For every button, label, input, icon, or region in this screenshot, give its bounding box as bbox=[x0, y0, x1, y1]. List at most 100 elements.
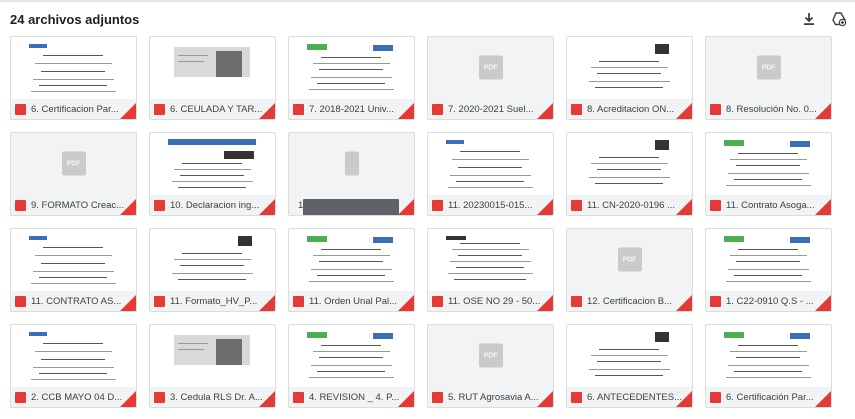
attachment-card[interactable]: 11. 20230015-015... bbox=[427, 132, 554, 216]
attachment-filename: 2. CCB MAYO 04 D... bbox=[31, 391, 123, 403]
attachment-footer: 6. Certificacion Par... bbox=[11, 99, 136, 119]
attachment-card[interactable]: 6. ANTECEDENTES... bbox=[566, 324, 693, 408]
header-actions bbox=[800, 10, 848, 28]
attachment-card[interactable]: 10. Declaracion ing... bbox=[149, 132, 276, 216]
attachment-filename: 8. Acreditacion ON... bbox=[587, 103, 675, 115]
pdf-file-icon bbox=[293, 295, 304, 307]
attachment-footer: 7. 2018-2021 Univ... bbox=[289, 99, 414, 119]
attachment-card[interactable]: 6. Certificación Par... bbox=[705, 324, 832, 408]
attachment-thumbnail bbox=[289, 229, 414, 291]
add-to-drive-button[interactable] bbox=[830, 10, 848, 28]
attachment-filename: 11. Orden Unal Pal... bbox=[309, 295, 398, 307]
attachment-footer: 8. Acreditacion ON... bbox=[567, 99, 692, 119]
document-preview bbox=[581, 329, 677, 387]
attachment-filename: 11. CN-2020-0196 ... bbox=[587, 199, 676, 211]
attachment-card[interactable]: 8. Acreditacion ON... bbox=[566, 36, 693, 120]
top-divider bbox=[0, 0, 855, 2]
attachment-card[interactable]: 11. CN-2020-0196 ... bbox=[566, 132, 693, 216]
file-type-corner-icon bbox=[676, 295, 692, 311]
attachment-card[interactable]: 11. Contrato Asoga... bbox=[705, 132, 832, 216]
attachment-thumbnail bbox=[11, 325, 136, 387]
attachment-card[interactable]: PDF 12. Certificacion B... bbox=[566, 228, 693, 312]
pdf-file-icon bbox=[710, 295, 721, 307]
attachment-filename: 12. Certificacion B... bbox=[587, 295, 673, 307]
pdf-file-icon bbox=[710, 103, 721, 115]
attachment-card[interactable]: 3. Cedula RLS Dr. A... bbox=[149, 324, 276, 408]
attachment-thumbnail bbox=[706, 325, 831, 387]
document-preview bbox=[25, 233, 121, 291]
pdf-file-icon bbox=[710, 199, 721, 211]
pdf-file-icon bbox=[432, 295, 443, 307]
attachment-card[interactable]: 11. Orden Unal Pal... bbox=[288, 228, 415, 312]
document-preview bbox=[442, 233, 538, 291]
attachment-card[interactable]: 2. CCB MAYO 04 D... bbox=[10, 324, 137, 408]
pdf-placeholder-icon: PDF bbox=[617, 247, 642, 272]
add-to-drive-icon bbox=[832, 12, 847, 27]
document-preview bbox=[442, 137, 538, 195]
file-type-corner-icon bbox=[398, 103, 414, 119]
pdf-file-icon bbox=[154, 199, 165, 211]
attachment-filename: 3. Cedula RLS Dr. A... bbox=[170, 391, 263, 403]
pdf-placeholder-label: PDF bbox=[483, 352, 498, 360]
pdf-file-icon bbox=[571, 199, 582, 211]
attachment-footer: 3. Cedula RLS Dr. A... bbox=[150, 387, 275, 407]
file-type-corner-icon bbox=[120, 103, 136, 119]
attachment-card[interactable]: PDF 7. 2020-2021 Suel... bbox=[427, 36, 554, 120]
pdf-file-icon bbox=[432, 391, 443, 403]
attachment-card[interactable]: 1. C22-0910 Q.S - ... bbox=[705, 228, 832, 312]
pdf-placeholder-icon: PDF bbox=[478, 343, 503, 368]
attachment-footer: 9. FORMATO Creac... bbox=[11, 195, 136, 215]
attachment-footer: 11. 20230015-015... bbox=[428, 195, 553, 215]
document-preview bbox=[164, 41, 260, 99]
download-all-button[interactable] bbox=[800, 10, 818, 28]
attachment-footer: 1. C22-0910 Q.S - ... bbox=[706, 291, 831, 311]
attachment-filename: 4. REVISION _ 4. P... bbox=[309, 391, 400, 403]
attachment-card[interactable]: 10. Reporte Ley 20... bbox=[288, 132, 415, 216]
file-type-corner-icon bbox=[259, 199, 275, 215]
attachment-card[interactable]: 7. 2018-2021 Univ... bbox=[288, 36, 415, 120]
pdf-placeholder-label: PDF bbox=[622, 256, 637, 264]
attachment-thumbnail bbox=[11, 229, 136, 291]
document-preview bbox=[25, 329, 121, 387]
document-preview bbox=[303, 41, 399, 99]
pdf-placeholder-icon: PDF bbox=[756, 55, 781, 80]
attachment-card[interactable]: 11. Formato_HV_P... bbox=[149, 228, 276, 312]
pdf-file-icon bbox=[432, 199, 443, 211]
attachment-footer: 11. CONTRATO AS... bbox=[11, 291, 136, 311]
attachment-filename: 7. 2020-2021 Suel... bbox=[448, 103, 534, 115]
pdf-file-icon bbox=[432, 103, 443, 115]
attachment-card[interactable]: PDF 8. Resolución No. 0... bbox=[705, 36, 832, 120]
attachment-filename: 11. Formato_HV_P... bbox=[170, 295, 258, 307]
pdf-file-icon bbox=[15, 391, 26, 403]
pdf-placeholder-label: PDF bbox=[483, 64, 498, 72]
attachment-filename: 6. Certificación Par... bbox=[726, 391, 814, 403]
document-preview bbox=[164, 137, 260, 195]
attachment-footer: 11. OSE NO 29 - 50... bbox=[428, 291, 553, 311]
document-preview bbox=[720, 233, 816, 291]
attachment-card[interactable]: 11. OSE NO 29 - 50... bbox=[427, 228, 554, 312]
file-type-corner-icon bbox=[537, 391, 553, 407]
document-preview bbox=[581, 137, 677, 195]
attachment-filename: 5. RUT Agrosavia A... bbox=[448, 391, 539, 403]
attachment-footer: 2. CCB MAYO 04 D... bbox=[11, 387, 136, 407]
attachment-filename: 11. Contrato Asoga... bbox=[726, 199, 815, 211]
attachment-card[interactable]: 11. CONTRATO AS... bbox=[10, 228, 137, 312]
attachment-thumbnail bbox=[289, 325, 414, 387]
attachment-card[interactable]: 4. REVISION _ 4. P... bbox=[288, 324, 415, 408]
attachment-card[interactable]: PDF 9. FORMATO Creac... bbox=[10, 132, 137, 216]
attachments-count-title: 24 archivos adjuntos bbox=[10, 11, 140, 27]
document-preview bbox=[303, 233, 399, 291]
attachment-card[interactable]: 6. Certificacion Par... bbox=[10, 36, 137, 120]
document-placeholder-icon bbox=[344, 151, 359, 176]
pdf-file-icon bbox=[571, 391, 582, 403]
file-type-corner-icon bbox=[120, 199, 136, 215]
attachment-card[interactable]: 6. CEULADA Y TAR... bbox=[149, 36, 276, 120]
attachment-card[interactable]: PDF 5. RUT Agrosavia A... bbox=[427, 324, 554, 408]
file-type-corner-icon bbox=[398, 295, 414, 311]
file-type-corner-icon bbox=[120, 391, 136, 407]
pdf-file-icon bbox=[15, 103, 26, 115]
file-type-corner-icon bbox=[259, 295, 275, 311]
attachment-filename: 6. Certificacion Par... bbox=[31, 103, 119, 115]
pdf-file-icon bbox=[571, 295, 582, 307]
attachment-thumbnail bbox=[428, 133, 553, 195]
